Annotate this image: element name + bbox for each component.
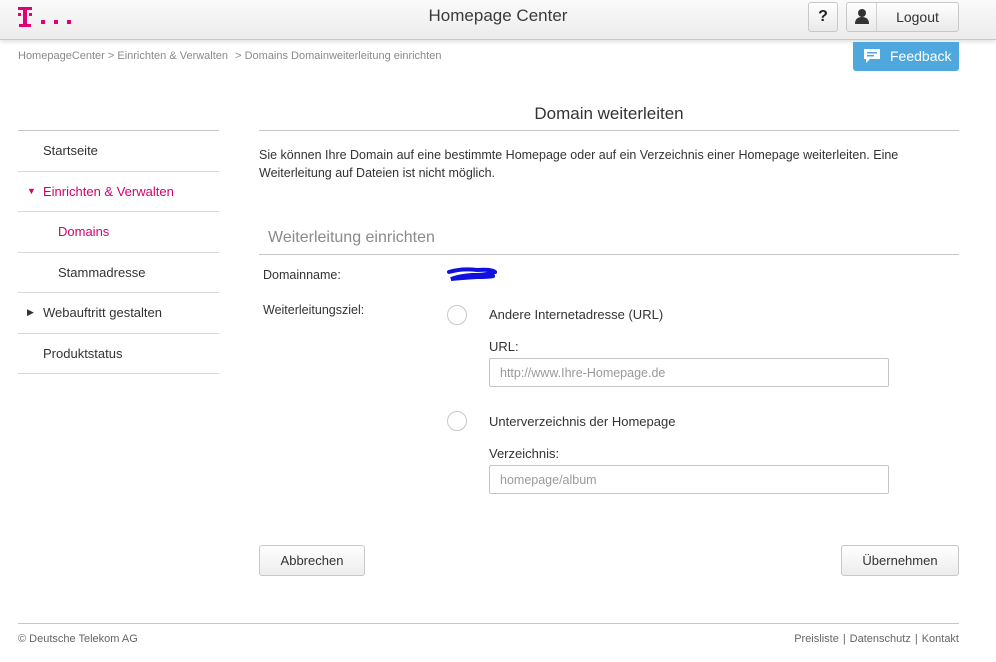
sidebar-item-startseite[interactable]: Startseite (18, 131, 219, 172)
sidebar-item-label: Webauftritt gestalten (43, 305, 162, 321)
radio-directory[interactable] (447, 411, 467, 431)
link-separator: | (842, 633, 846, 645)
divider (18, 623, 959, 624)
feedback-label: Feedback (890, 48, 952, 64)
user-icon (847, 3, 877, 31)
breadcrumb-item[interactable]: HomepageCenter > Einrichten & Verwalten (18, 50, 228, 62)
sidebar-item-domains[interactable]: Domains (18, 212, 219, 253)
sidebar-nav: Startseite ▼ Einrichten & Verwalten Doma… (18, 130, 219, 374)
sidebar-item-label: Stammadresse (58, 264, 146, 280)
sidebar-item-webauftritt-gestalten[interactable]: ▶ Webauftritt gestalten (18, 293, 219, 334)
intro-text: Sie können Ihre Domain auf eine bestimmt… (259, 148, 899, 180)
option-dir-label[interactable]: Unterverzeichnis der Homepage (489, 414, 675, 429)
sidebar-item-einrichten-verwalten[interactable]: ▼ Einrichten & Verwalten (18, 172, 219, 212)
logout-label: Logout (896, 9, 939, 25)
breadcrumb-item[interactable]: > Domains Domainweiterleitung einrichten (235, 50, 441, 62)
copyright: © Deutsche Telekom AG (18, 633, 138, 645)
option-url-label[interactable]: Andere Internetadresse (URL) (489, 307, 663, 322)
page-title: Domain weiterleiten (534, 104, 684, 123)
url-field-label: URL: (489, 339, 519, 354)
footer-links: Preisliste | Datenschutz | Kontakt (794, 633, 959, 645)
target-label: Weiterleitungsziel: (263, 303, 365, 317)
sidebar-item-produktstatus[interactable]: Produktstatus (18, 334, 219, 374)
link-separator: | (914, 633, 918, 645)
redaction-mark (447, 267, 497, 281)
footer-link-datenschutz[interactable]: Datenschutz (850, 633, 911, 645)
url-input[interactable] (489, 358, 889, 387)
triangle-right-icon: ▶ (27, 307, 34, 318)
help-button[interactable]: ? (808, 2, 838, 32)
apply-button[interactable]: Übernehmen (841, 545, 959, 576)
feedback-button[interactable]: Feedback (853, 42, 959, 71)
sidebar-item-label: Einrichten & Verwalten (43, 183, 174, 199)
radio-url[interactable] (447, 305, 467, 325)
triangle-down-icon: ▼ (27, 186, 36, 197)
speech-bubble-icon (863, 48, 881, 64)
divider (259, 254, 959, 255)
breadcrumb: HomepageCenter > Einrichten & Verwalten … (18, 50, 445, 62)
footer-link-preisliste[interactable]: Preisliste (794, 633, 839, 645)
top-bar: Homepage Center ? Logout (0, 0, 996, 40)
domainname-label: Domainname: (263, 268, 341, 282)
sidebar-item-label: Produktstatus (43, 345, 123, 361)
footer-link-kontakt[interactable]: Kontakt (922, 633, 959, 645)
sidebar-item-stammadresse[interactable]: Stammadresse (18, 253, 219, 293)
dir-field-label: Verzeichnis: (489, 446, 560, 461)
cancel-button[interactable]: Abbrechen (259, 545, 365, 576)
divider (259, 130, 959, 131)
directory-input[interactable] (489, 465, 889, 494)
sidebar-item-label: Startseite (43, 143, 98, 159)
logout-button[interactable]: Logout (846, 2, 959, 32)
section-title: Weiterleitung einrichten (268, 229, 435, 246)
sidebar-item-label: Domains (58, 224, 110, 240)
